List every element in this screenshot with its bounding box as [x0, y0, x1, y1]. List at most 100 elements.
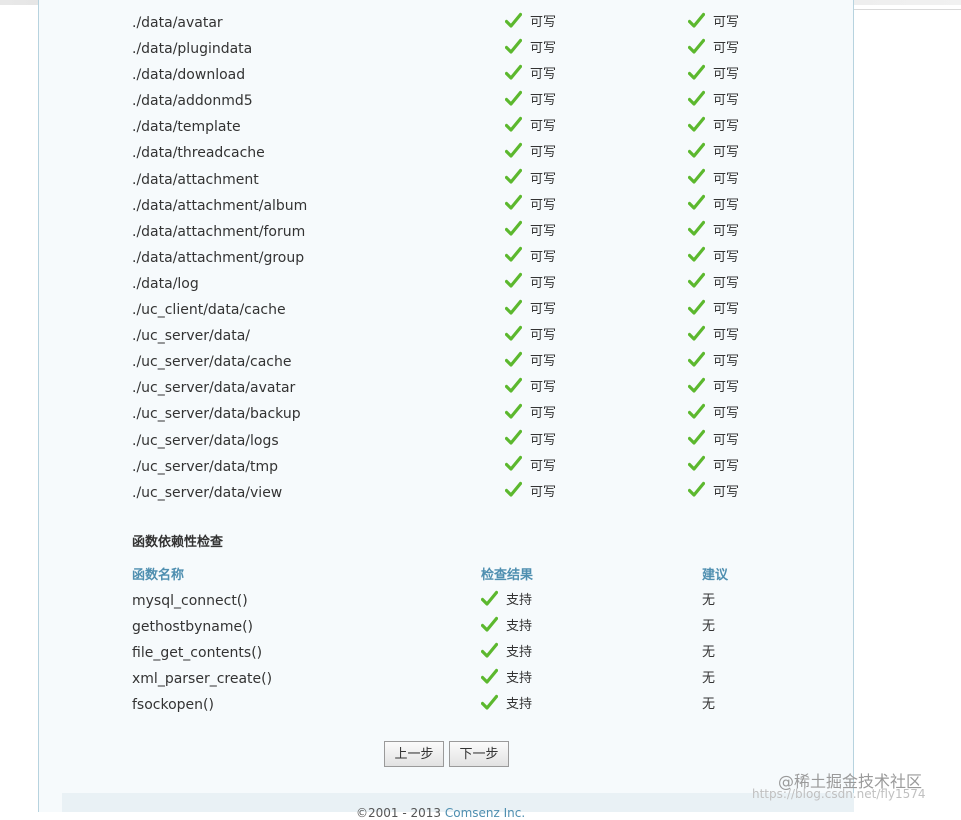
- check-icon: [504, 481, 523, 498]
- suggestion-text: 无: [702, 619, 716, 635]
- table-row: ./data/threadcache 可写 可写: [132, 140, 772, 166]
- required-status-text: 可写: [713, 484, 740, 500]
- check-result-text: 支持: [506, 645, 533, 661]
- check-icon: [687, 429, 706, 446]
- check-result: 支持: [480, 666, 532, 692]
- required-status: 可写: [687, 323, 740, 349]
- check-result: 支持: [480, 640, 533, 666]
- suggestion-text: 无: [702, 645, 716, 661]
- current-status-text: 可写: [530, 354, 557, 370]
- check-icon: [504, 351, 523, 368]
- current-status: 可写: [504, 62, 556, 88]
- current-status-text: 可写: [530, 302, 557, 318]
- check-result: 支持: [480, 692, 532, 718]
- current-status-text: 可写: [530, 406, 557, 422]
- footer-copyright: ©2001 - 2013 Comsenz Inc.: [356, 806, 525, 820]
- check-icon: [687, 299, 706, 316]
- directory-path: ./data/download: [132, 67, 246, 84]
- function-name: fsockopen(): [132, 697, 214, 714]
- table-row: ./uc_server/data/logs 可写 可写: [132, 428, 772, 454]
- check-icon: [504, 90, 523, 107]
- directory-path: ./uc_server/data/logs: [132, 432, 279, 449]
- directory-path: ./data/addonmd5: [132, 93, 253, 110]
- check-icon: [504, 272, 523, 289]
- check-icon: [687, 403, 706, 420]
- check-icon: [480, 616, 499, 633]
- directory-path: ./uc_server/data/tmp: [132, 458, 279, 475]
- current-status-text: 可写: [530, 197, 557, 213]
- required-status: 可写: [687, 62, 739, 88]
- check-icon: [504, 194, 523, 211]
- current-status-text: 可写: [530, 41, 557, 57]
- required-status: 可写: [687, 454, 739, 480]
- check-icon: [504, 168, 523, 185]
- current-status-text: 可写: [530, 484, 557, 500]
- check-icon: [687, 194, 706, 211]
- function-check-title: 函数依赖性检查: [132, 535, 224, 550]
- required-status: 可写: [687, 88, 740, 114]
- current-status-text: 可写: [530, 119, 557, 135]
- required-status: 可写: [687, 428, 740, 454]
- check-icon: [504, 246, 523, 263]
- check-icon: [687, 272, 706, 289]
- current-status: 可写: [504, 140, 556, 166]
- current-status: 可写: [504, 10, 557, 36]
- current-status: 可写: [504, 480, 557, 506]
- required-status-text: 可写: [713, 328, 740, 344]
- check-icon: [687, 168, 706, 185]
- table-row: ./data/attachment/forum 可写 可写: [132, 219, 772, 245]
- next-step-button[interactable]: 下一步: [449, 741, 509, 767]
- table-row: ./uc_server/data/view 可写 可写: [132, 480, 772, 506]
- directory-path: ./data/attachment/album: [132, 197, 308, 214]
- required-status-text: 可写: [713, 145, 740, 161]
- check-icon: [687, 351, 706, 368]
- function-check-table: mysql_connect() 支持无 gethostbyname() 支持无 file…: [132, 588, 772, 718]
- required-status-text: 可写: [713, 93, 740, 109]
- company-link[interactable]: Comsenz Inc.: [445, 806, 525, 820]
- check-icon: [504, 64, 523, 81]
- table-row: ./data/template 可写 可写: [132, 114, 772, 140]
- directory-path: ./data/template: [132, 119, 241, 136]
- required-status: 可写: [687, 480, 740, 506]
- directory-path: ./data/log: [132, 275, 199, 292]
- current-status-text: 可写: [530, 15, 557, 30]
- prev-step-button[interactable]: 上一步: [384, 741, 444, 767]
- required-status-text: 可写: [713, 302, 740, 318]
- check-icon: [687, 377, 706, 394]
- required-status-text: 可写: [713, 406, 740, 422]
- current-status: 可写: [504, 401, 557, 427]
- table-row: ./data/log 可写 可写: [132, 271, 772, 297]
- suggestion-text: 无: [702, 671, 716, 687]
- required-status: 可写: [687, 10, 740, 36]
- check-icon: [687, 455, 706, 472]
- check-icon: [687, 12, 706, 29]
- required-status-text: 可写: [713, 432, 740, 448]
- check-result-header: 检查结果: [481, 568, 534, 583]
- check-icon: [504, 403, 523, 420]
- check-icon: [687, 142, 706, 159]
- check-icon: [504, 116, 523, 133]
- check-icon: [504, 455, 523, 472]
- required-status: 可写: [687, 245, 739, 271]
- check-icon: [687, 64, 706, 81]
- check-result-text: 支持: [506, 619, 533, 635]
- current-status-text: 可写: [530, 249, 557, 265]
- directory-permission-table: ./data/avatar 可写 可写 ./data/plugindata 可写 可写 ./…: [132, 10, 772, 506]
- check-result: 支持: [480, 588, 532, 614]
- directory-path: ./data/avatar: [132, 15, 223, 31]
- table-row: ./uc_client/data/cache 可写 可写: [132, 297, 772, 323]
- check-icon: [480, 694, 499, 711]
- function-name-header: 函数名称: [132, 568, 185, 583]
- required-status-text: 可写: [713, 15, 740, 30]
- check-icon: [504, 220, 523, 237]
- current-status: 可写: [504, 375, 557, 401]
- table-row: mysql_connect() 支持 无: [132, 588, 772, 614]
- required-status: 可写: [687, 401, 740, 427]
- current-status-text: 可写: [530, 380, 557, 396]
- copyright-text: ©2001 - 2013: [356, 806, 445, 820]
- check-icon: [480, 668, 499, 685]
- table-row: ./data/avatar 可写 可写: [132, 10, 772, 36]
- directory-path: ./uc_server/data/cache: [132, 354, 292, 371]
- required-status-text: 可写: [713, 171, 740, 187]
- directory-path: ./data/threadcache: [132, 145, 265, 162]
